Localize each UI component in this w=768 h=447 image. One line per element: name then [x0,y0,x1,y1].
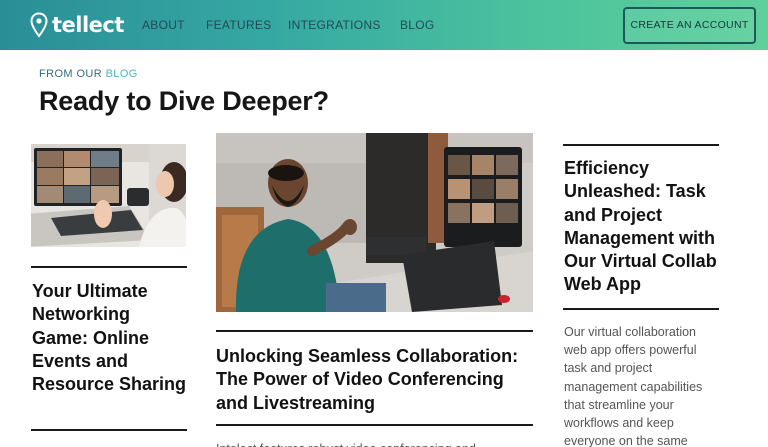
section-title: Ready to Dive Deeper? [39,86,329,116]
brand-logo[interactable]: tellect [30,12,124,38]
post-title-networking[interactable]: Your Ultimate Networking Game: Online Ev… [32,280,190,396]
video-call-illustration [31,144,186,247]
post-title-efficiency[interactable]: Efficiency Unleashed: Task and Project M… [564,157,724,297]
site-header: tellect ABOUT FEATURES INTEGRATIONS BLOG… [0,0,768,50]
post-excerpt-collaboration: Intelect features robust video conferenc… [216,440,534,447]
video-call-photo[interactable] [31,144,186,247]
post-title-collaboration[interactable]: Unlocking Seamless Collaboration: The Po… [216,345,538,415]
card-divider [563,144,719,146]
card-divider [216,424,533,426]
nav-about[interactable]: ABOUT [142,18,185,32]
card-divider [216,330,533,332]
eyebrow-highlight: BLOG [105,68,138,80]
nav-integrations[interactable]: INTEGRATIONS [288,18,381,32]
brand-name: tellect [52,13,124,37]
post-excerpt-efficiency: Our virtual collaboration web app offers… [564,325,703,447]
video-conference-illustration [216,133,533,312]
section-eyebrow: FROM OUR BLOG [39,68,138,80]
card-divider [31,266,187,268]
nav-features[interactable]: FEATURES [206,18,272,32]
create-account-button[interactable]: CREATE AN ACCOUNT [623,7,756,44]
location-pin-icon [30,12,48,38]
card-divider [31,429,187,431]
nav-blog[interactable]: BLOG [400,18,435,32]
card-divider [563,308,719,310]
man-on-video-call-photo[interactable] [216,133,533,312]
eyebrow-prefix: FROM OUR [39,68,103,80]
